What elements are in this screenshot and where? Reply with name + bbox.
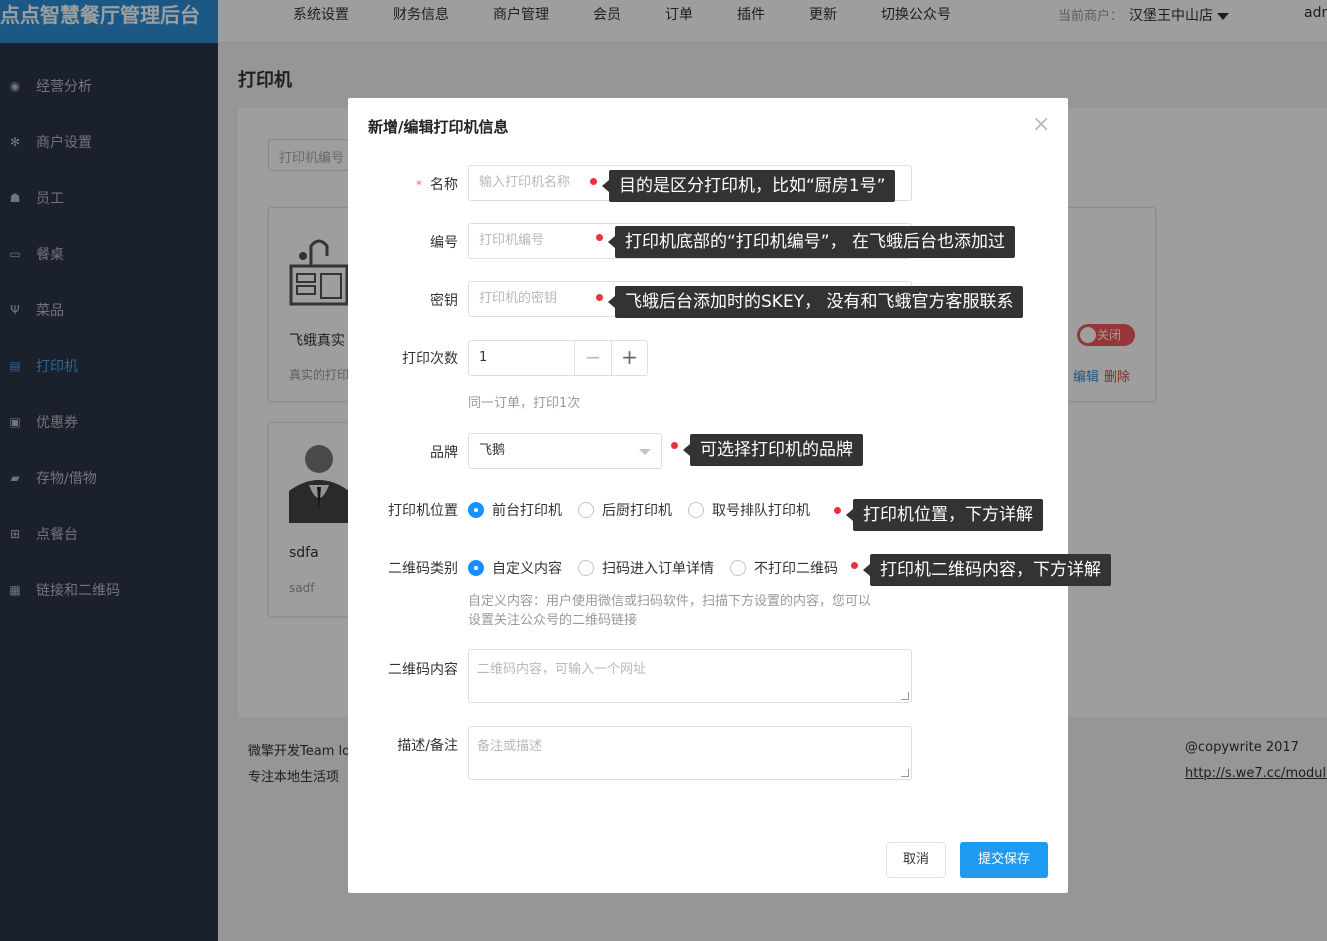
- annotation-dot: [834, 507, 841, 514]
- qr-hint-line1: 自定义内容：用户使用微信或扫码软件，扫描下方设置的内容，您可以: [468, 594, 872, 609]
- qr-type-option-label: 不打印二维码: [754, 561, 838, 577]
- qr-type-label: 二维码类别: [388, 561, 458, 577]
- position-option[interactable]: 取号排队打印机: [688, 500, 810, 520]
- printer-edit-dialog: 新增/编辑打印机信息 × * 名称 输入打印机名称 编号 打印机编号 密钥 打印机…: [348, 98, 1068, 893]
- resize-grip-icon[interactable]: [901, 692, 909, 700]
- position-option-label: 取号排队打印机: [712, 503, 810, 519]
- count-hint: 同一订单，打印1次: [468, 396, 581, 411]
- desc-label: 描述/备注: [397, 738, 458, 754]
- qr-type-radio-group: 自定义内容 扫码进入订单详情 不打印二维码: [468, 558, 854, 578]
- save-button[interactable]: 提交保存: [960, 842, 1048, 878]
- code-label: 编号: [430, 235, 458, 251]
- annotation-dot: [851, 562, 858, 569]
- radio-icon[interactable]: [578, 560, 594, 576]
- annotation-qr-tip: 打印机二维码内容，下方详解: [863, 554, 1111, 586]
- brand-label: 品牌: [430, 445, 458, 461]
- desc-textarea[interactable]: 备注或描述: [468, 726, 912, 780]
- annotation-key-tip: 飞蛾后台添加时的SKEY， 没有和飞蛾官方客服联系: [607, 286, 1024, 318]
- count-label: 打印次数: [402, 351, 458, 367]
- annotation-dot: [596, 234, 603, 241]
- key-label: 密钥: [430, 293, 458, 309]
- radio-icon[interactable]: [578, 502, 594, 518]
- name-label: * 名称: [416, 177, 458, 193]
- position-radio-group: 前台打印机 后厨打印机 取号排队打印机: [468, 500, 826, 520]
- count-stepper: 1 − +: [468, 340, 648, 376]
- desc-placeholder: 备注或描述: [477, 739, 543, 754]
- position-option-label: 前台打印机: [492, 503, 562, 519]
- required-mark: *: [416, 178, 422, 192]
- qr-type-option-label: 自定义内容: [492, 561, 562, 577]
- count-value[interactable]: 1: [469, 341, 575, 375]
- minus-icon[interactable]: −: [575, 341, 611, 375]
- radio-icon[interactable]: [730, 560, 746, 576]
- position-option[interactable]: 前台打印机: [468, 500, 562, 520]
- position-option-label: 后厨打印机: [602, 503, 672, 519]
- chevron-down-icon: [639, 449, 651, 455]
- brand-value: 飞鹅: [479, 443, 506, 458]
- qr-hint-line2: 设置关注公众号的二维码链接: [468, 613, 638, 628]
- qr-type-option[interactable]: 扫码进入订单详情: [578, 558, 714, 578]
- annotation-brand-tip: 可选择打印机的品牌: [683, 434, 863, 466]
- dialog-title: 新增/编辑打印机信息: [368, 118, 509, 136]
- annotation-dot: [596, 294, 603, 301]
- annotation-code-tip: 打印机底部的“打印机编号”， 在飞蛾后台也添加过: [607, 226, 1016, 258]
- qr-type-option[interactable]: 不打印二维码: [730, 558, 838, 578]
- cancel-button[interactable]: 取消: [886, 842, 946, 878]
- annotation-name-tip: 目的是区分打印机，比如“厨房1号”: [601, 170, 896, 202]
- position-label: 打印机位置: [388, 503, 458, 519]
- annotation-dot: [671, 442, 678, 449]
- radio-icon[interactable]: [468, 560, 484, 576]
- position-option[interactable]: 后厨打印机: [578, 500, 672, 520]
- annotation-dot: [590, 178, 597, 185]
- qr-content-placeholder: 二维码内容，可输入一个网址: [477, 662, 647, 677]
- qr-type-option[interactable]: 自定义内容: [468, 558, 562, 578]
- radio-icon[interactable]: [688, 502, 704, 518]
- plus-icon[interactable]: +: [611, 341, 647, 375]
- brand-select[interactable]: 飞鹅: [468, 433, 662, 469]
- resize-grip-icon[interactable]: [901, 769, 909, 777]
- qr-content-label: 二维码内容: [388, 662, 458, 678]
- close-icon[interactable]: ×: [1032, 114, 1050, 136]
- radio-icon[interactable]: [468, 502, 484, 518]
- qr-type-option-label: 扫码进入订单详情: [602, 561, 714, 577]
- annotation-position-tip: 打印机位置，下方详解: [846, 499, 1043, 531]
- qr-content-textarea[interactable]: 二维码内容，可输入一个网址: [468, 649, 912, 703]
